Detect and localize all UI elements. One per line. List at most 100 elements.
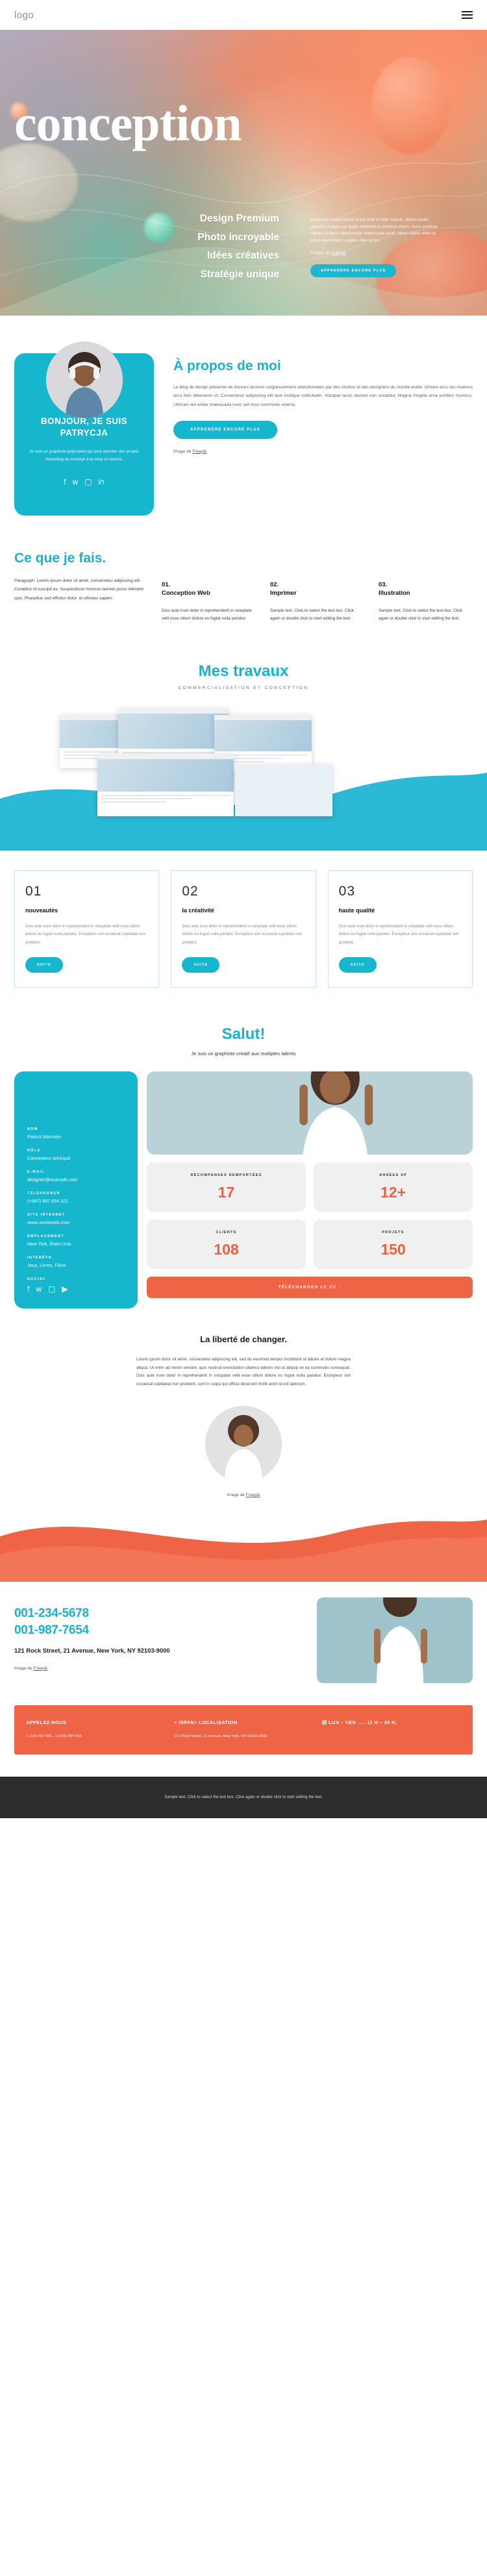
card-title: la créativité: [182, 907, 214, 914]
profile-value: (+987) 987 654 321: [27, 1197, 68, 1204]
stat-value: 12+: [380, 1183, 406, 1201]
contact-info-title: APPELEZ-NOUS: [26, 1719, 67, 1725]
stat-value: 17: [218, 1183, 235, 1201]
twitter-icon[interactable]: w: [72, 478, 78, 486]
contact-credit-link[interactable]: Freepik: [33, 1666, 47, 1671]
contact-address: 121 Rock Street, 21 Avenue, New York, NY…: [14, 1647, 170, 1655]
profile-label: NOM: [27, 1127, 38, 1131]
service-item: 02. Imprimer Sample text. Click to select…: [270, 581, 364, 623]
instagram-icon[interactable]: ▢: [84, 478, 92, 486]
profile-label: TÉLÉPHONER: [27, 1191, 60, 1195]
hero-credit-link[interactable]: Freepik: [332, 251, 346, 255]
service-item: 03. Illustration Sample text. Click to se…: [379, 581, 473, 623]
about-card-text: Je suis un graphiste polyvalent qui peut…: [29, 449, 139, 462]
about-image-credit: Image de Freepik: [173, 449, 473, 454]
card-number: 03: [338, 884, 356, 899]
card-button[interactable]: SUITE: [182, 957, 220, 973]
hamburger-menu-icon[interactable]: [462, 11, 473, 19]
hero-feature-list: Design Premium Photo incroyable Idées cr…: [156, 214, 279, 288]
feature-card: 03 haute qualité Duis aute irure dolor i…: [327, 870, 473, 988]
contact-info-title: < /SPAN> LOCALISATION: [174, 1719, 238, 1725]
hero-cta-button[interactable]: APPRENDRE ENCORE PLUS: [310, 264, 397, 277]
twitter-icon[interactable]: w: [36, 1285, 42, 1293]
liberte-photo: [205, 1405, 282, 1482]
liberte-credit-prefix: Image de: [227, 1492, 246, 1497]
hero-feature-item: Stratégie unique: [200, 268, 279, 280]
site-footer: Sample text. Click to select the text bo…: [0, 1776, 487, 1818]
hero-section: conception Design Premium Photo incroyab…: [0, 30, 487, 316]
profile-right-column: RÉCOMPENSES REMPORTÉES 17 ANNÉES XP 12+ …: [147, 1071, 473, 1308]
liberte-credit-link[interactable]: Freepik: [246, 1493, 260, 1497]
portfolio-thumbnail[interactable]: [235, 764, 332, 817]
stats-row: RÉCOMPENSES REMPORTÉES 17 ANNÉES XP 12+: [147, 1162, 473, 1212]
profile-label: EMPLACEMENT: [27, 1234, 65, 1238]
salut-subheading: Je suis un graphiste créatif aux multipl…: [191, 1050, 296, 1057]
hero-paragraph: Dignissim suspendisse in est ante in nib…: [310, 218, 438, 244]
liberte-paragraph: Lorem ipsum dolor sit amet, consectetur …: [136, 1357, 351, 1387]
works-section: Mes travaux COMMERCIALISATION ET CONCEPT…: [0, 645, 487, 851]
avatar: [45, 342, 123, 418]
card-number: 01: [25, 884, 42, 899]
services-section: Ce que je fais. Paragraph. Lorem ipsum d…: [0, 534, 487, 645]
about-credit-link[interactable]: Freepik: [192, 449, 206, 454]
profile-label: RÔLE: [27, 1148, 41, 1153]
card-text: Duis aute irure dolor in reprehenderit i…: [25, 924, 145, 945]
about-paragraph: Le blog de design présente de bonnes œuv…: [173, 385, 473, 407]
page-root: logo conception Design Premium Photo inc…: [0, 0, 487, 1818]
about-section: BONJOUR, JE SUIS PATRYCJA Je suis un gra…: [0, 316, 487, 534]
facebook-icon[interactable]: f: [64, 478, 66, 486]
contact-phone[interactable]: 001-234-5678 001-987-7654: [14, 1605, 303, 1638]
stat-label: PROJETS: [382, 1230, 405, 1234]
card-text: Duis aute irure dolor in reprehenderit i…: [182, 924, 303, 945]
stat-card: PROJETS 150: [314, 1219, 473, 1269]
hero-description-block: Dignissim suspendisse in est ante in nib…: [310, 217, 440, 277]
decorative-blob: [0, 144, 78, 221]
profile-social-label: SOCIAL: [27, 1277, 46, 1281]
contact-info-text: 1 (234) 567-891, 1 (234) 987-654: [26, 1734, 82, 1738]
card-button[interactable]: SUITE: [25, 957, 63, 973]
profile-value: New York, États-Unis: [27, 1240, 71, 1247]
logo[interactable]: logo: [14, 10, 34, 21]
works-heading: Mes travaux: [198, 662, 289, 681]
download-cv-button[interactable]: TÉLÉCHARGER LE CV ↓: [147, 1277, 473, 1299]
about-social-links: f w ▢ in: [29, 478, 140, 486]
stat-label: RÉCOMPENSES REMPORTÉES: [190, 1173, 262, 1177]
portfolio-thumbnail[interactable]: [97, 754, 234, 817]
contact-photo: [317, 1597, 473, 1683]
card-text: Duis aute irure dolor in reprehenderit i…: [338, 924, 459, 945]
profile-label: SITE INTERNET: [27, 1212, 66, 1217]
feature-cards: 01 nouveautés Duis aute irure dolor in r…: [0, 851, 487, 1010]
broken-image-icon: [322, 1719, 327, 1725]
profile-label: E-MAIL: [27, 1169, 45, 1174]
contact-info-column: < /SPAN> LOCALISATION 121 Rock Street, 2…: [174, 1719, 313, 1740]
stat-label: CLIENTS: [216, 1230, 237, 1234]
linkedin-icon[interactable]: in: [99, 478, 105, 486]
decorative-blob: [371, 57, 449, 155]
hero-credit-prefix: Images de: [310, 250, 332, 255]
stats-row: CLIENTS 108 PROJETS 150: [147, 1219, 473, 1269]
profile-photo: [147, 1071, 473, 1155]
contact-image-credit: Image de Freepik: [14, 1666, 303, 1671]
about-cta-button[interactable]: APPRENDRE ENCORE PLUS: [173, 420, 277, 439]
profile-value: Jeux, Livres, Films: [27, 1262, 66, 1268]
contact-info-column: APPELEZ-NOUS 1 (234) 567-891, 1 (234) 98…: [26, 1719, 165, 1740]
card-button[interactable]: SUITE: [338, 957, 377, 973]
services-intro: Ce que je fais. Paragraph. Lorem ipsum d…: [14, 551, 147, 623]
profile-social-links: f w ▢ ▶: [27, 1285, 125, 1293]
service-text: Duis aute irure dolor in reprehenderit i…: [162, 608, 252, 621]
about-heading: À propos de moi: [173, 358, 281, 373]
profile-value: designer@example.com: [27, 1176, 78, 1182]
works-gallery: [0, 705, 487, 851]
facebook-icon[interactable]: f: [27, 1285, 29, 1293]
works-subheading: COMMERCIALISATION ET CONCEPTION: [178, 686, 309, 691]
about-body: À propos de moi Le blog de design présen…: [173, 342, 473, 516]
feature-card: 01 nouveautés Duis aute irure dolor in r…: [14, 870, 160, 988]
site-header: logo: [0, 0, 487, 30]
stat-card: CLIENTS 108: [147, 1219, 306, 1269]
contact-info-title: LUN – VEN ..... 11 H – 20 H,: [322, 1719, 461, 1725]
instagram-icon[interactable]: ▢: [48, 1285, 55, 1293]
liberte-heading: La liberté de changer.: [200, 1334, 287, 1344]
youtube-icon[interactable]: ▶: [62, 1285, 68, 1293]
stat-card: ANNÉES XP 12+: [314, 1162, 473, 1212]
salut-heading: Salut!: [221, 1025, 266, 1043]
